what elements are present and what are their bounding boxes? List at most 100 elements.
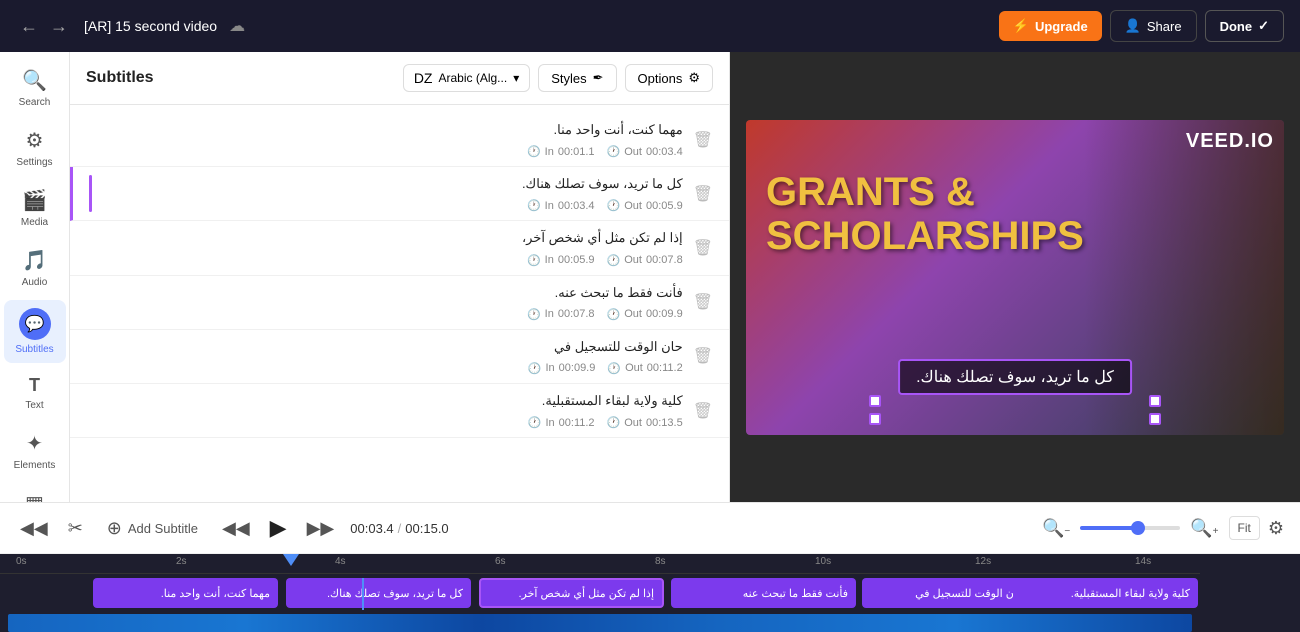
panel-controls: DZ Arabic (Alg... ▾ Styles ✒ Options ⚙ xyxy=(403,64,713,92)
timeline-settings-button[interactable]: ⚙ xyxy=(1268,518,1284,539)
topbar-left: ← → [AR] 15 second video ☁ xyxy=(16,12,245,41)
zoom-out-button[interactable]: 🔍− xyxy=(1040,516,1072,541)
delete-subtitle-button[interactable]: 🗑 xyxy=(693,121,713,158)
clock-out-icon: 🕐 xyxy=(607,145,621,158)
out-time: 🕐 Out 00:05.9 xyxy=(607,199,683,212)
scissors-button[interactable]: ✂ xyxy=(64,514,87,543)
undo-button[interactable]: ← xyxy=(16,12,42,41)
sidebar-item-templates[interactable]: ▦ Templates xyxy=(4,483,66,502)
caption-handle-br[interactable] xyxy=(1149,413,1161,425)
share-button[interactable]: 👤 Share xyxy=(1110,10,1197,42)
out-time: 🕐 Out 00:09.9 xyxy=(607,308,683,321)
subtitle-times: 🕐 In 00:01.1 🕐 Out 00:03.4 xyxy=(86,145,683,158)
delete-subtitle-button[interactable]: 🗑 xyxy=(693,175,713,212)
caption-handle-bl[interactable] xyxy=(869,413,881,425)
timeline-clip[interactable]: كلية ولاية لبقاء المستقبلية. xyxy=(1013,578,1198,608)
subtitle-text-area: فأنت فقط ما تبحث عنه. 🕐 In 00:07.8 🕐 Out… xyxy=(86,284,683,321)
time-display: 00:03.4 / 00:15.0 xyxy=(350,521,448,536)
zoom-slider[interactable] xyxy=(1080,526,1180,530)
topbar: ← → [AR] 15 second video ☁ ⚡ Upgrade 👤 S… xyxy=(0,0,1300,52)
sidebar-item-text[interactable]: T Text xyxy=(4,367,66,419)
options-button[interactable]: Options ⚙ xyxy=(625,64,713,92)
timeline-clip[interactable]: كل ما تريد، سوف تصلك هناك. xyxy=(286,578,471,608)
audio-track xyxy=(8,614,1192,632)
table-row: كل ما تريد، سوف تصلك هناك. 🕐 In 00:03.4 … xyxy=(70,167,729,221)
timeline-clip[interactable]: حان الوقت للتسجيل في xyxy=(862,578,1032,608)
skip-forward-button[interactable]: ▶▶ xyxy=(303,514,339,543)
delete-subtitle-button[interactable]: 🗑 xyxy=(693,392,713,429)
subtitle-text[interactable]: حان الوقت للتسجيل في xyxy=(86,338,683,356)
subtitle-text[interactable]: مهما كنت، أنت واحد منا. xyxy=(86,121,683,139)
clock-out-icon: 🕐 xyxy=(607,308,621,321)
active-subtitle-caption[interactable]: كل ما تريد، سوف تصلك هناك. xyxy=(898,359,1132,395)
cloud-icon: ☁ xyxy=(229,16,245,36)
delete-subtitle-button[interactable]: 🗑 xyxy=(693,338,713,375)
styles-icon: ✒ xyxy=(593,70,604,86)
subtitle-times: 🕐 In 00:03.4 🕐 Out 00:05.9 xyxy=(102,199,683,212)
zoom-in-button[interactable]: 🔍+ xyxy=(1188,516,1220,541)
subtitle-text[interactable]: كل ما تريد، سوف تصلك هناك. xyxy=(102,175,683,193)
sidebar-item-elements[interactable]: ✦ Elements xyxy=(4,423,66,479)
caption-handle-tr[interactable] xyxy=(1149,395,1161,407)
table-row: فأنت فقط ما تبحث عنه. 🕐 In 00:07.8 🕐 Out… xyxy=(70,276,729,330)
sidebar-item-settings[interactable]: ⚙ Settings xyxy=(4,120,66,176)
video-main-text: GRANTS & SCHOLARSHIPS xyxy=(766,170,1084,258)
checkmark-icon: ✓ xyxy=(1258,18,1269,34)
subtitle-list: مهما كنت، أنت واحد منا. 🕐 In 00:01.1 🕐 O… xyxy=(70,105,729,502)
subtitle-text[interactable]: فأنت فقط ما تبحث عنه. xyxy=(86,284,683,302)
table-row: مهما كنت، أنت واحد منا. 🕐 In 00:01.1 🕐 O… xyxy=(70,113,729,167)
share-icon: 👤 xyxy=(1125,18,1141,34)
redo-button[interactable]: → xyxy=(46,12,72,41)
skip-back-button[interactable]: ◀◀ xyxy=(218,514,254,543)
current-time: 00:03.4 xyxy=(350,521,393,536)
timeline-clip[interactable]: مهما كنت، أنت واحد منا. xyxy=(93,578,278,608)
lang-flag: DZ xyxy=(414,70,433,86)
bottom-controls: ◀◀ ✂ ⊕ Add Subtitle ◀◀ ▶ ▶▶ 00:03.4 / 00… xyxy=(0,502,1300,632)
subtitle-times: 🕐 In 00:11.2 🕐 Out 00:13.5 xyxy=(86,416,683,429)
timeline-wrapper: 0s 2s 4s 6s 8s 10s 12s 14s مهما كنت، أنت… xyxy=(0,554,1200,632)
language-selector[interactable]: DZ Arabic (Alg... ▾ xyxy=(403,64,530,92)
out-time: 🕐 Out 00:13.5 xyxy=(607,416,683,429)
subtitle-times: 🕐 In 00:07.8 🕐 Out 00:09.9 xyxy=(86,308,683,321)
fit-button[interactable]: Fit xyxy=(1229,516,1260,540)
sidebar-item-subtitles[interactable]: 💬 Subtitles xyxy=(4,300,66,363)
clock-in-icon: 🕐 xyxy=(527,145,541,158)
sidebar-item-audio[interactable]: 🎵 Audio xyxy=(4,240,66,296)
done-button[interactable]: Done ✓ xyxy=(1205,10,1284,42)
play-button[interactable]: ▶ xyxy=(266,511,291,545)
in-time: 🕐 In 00:07.8 xyxy=(527,308,595,321)
timeline-clip[interactable]: فأنت فقط ما تبحث عنه xyxy=(671,578,856,608)
playhead-line xyxy=(362,578,364,610)
subtitles-panel: Subtitles DZ Arabic (Alg... ▾ Styles ✒ O… xyxy=(70,52,730,502)
ruler-mark: 12s xyxy=(975,556,991,567)
plus-icon: ⊕ xyxy=(107,518,122,539)
ruler-mark: 4s xyxy=(335,556,346,567)
time-separator: / xyxy=(398,521,402,536)
delete-subtitle-button[interactable]: 🗑 xyxy=(693,229,713,266)
caption-handle-tl[interactable] xyxy=(869,395,881,407)
panel-header: Subtitles DZ Arabic (Alg... ▾ Styles ✒ O… xyxy=(70,52,729,105)
in-time: 🕐 In 00:11.2 xyxy=(528,416,595,429)
left-sidebar: 🔍 Search ⚙ Settings 🎬 Media 🎵 Audio 💬 Su… xyxy=(0,52,70,502)
ruler-mark: 10s xyxy=(815,556,831,567)
video-container: VEED.IO GRANTS & SCHOLARSHIPS كل ما تريد… xyxy=(730,52,1300,502)
delete-subtitle-button[interactable]: 🗑 xyxy=(693,284,713,321)
clock-out-icon: 🕐 xyxy=(607,362,621,375)
subtitle-text[interactable]: إذا لم تكن مثل أي شخص آخر، xyxy=(86,229,683,247)
main-layout: 🔍 Search ⚙ Settings 🎬 Media 🎵 Audio 💬 Su… xyxy=(0,52,1300,502)
topbar-right: ⚡ Upgrade 👤 Share Done ✓ xyxy=(999,10,1284,42)
out-time: 🕐 Out 00:03.4 xyxy=(607,145,683,158)
timeline-clip[interactable]: إذا لم تكن مثل أي شخص آخر. xyxy=(479,578,664,608)
back-button[interactable]: ◀◀ xyxy=(16,514,52,543)
styles-button[interactable]: Styles ✒ xyxy=(538,64,616,92)
subtitle-text-area: كل ما تريد، سوف تصلك هناك. 🕐 In 00:03.4 … xyxy=(102,175,683,212)
sidebar-item-media[interactable]: 🎬 Media xyxy=(4,180,66,236)
sidebar-item-search[interactable]: 🔍 Search xyxy=(4,60,66,116)
undo-redo-group: ← → xyxy=(16,12,72,41)
elements-icon: ✦ xyxy=(26,431,43,456)
upgrade-button[interactable]: ⚡ Upgrade xyxy=(999,11,1102,41)
table-row: حان الوقت للتسجيل في 🕐 In 00:09.9 🕐 Out … xyxy=(70,330,729,384)
subtitle-text[interactable]: كلية ولاية لبقاء المستقبلية. xyxy=(86,392,683,410)
templates-icon: ▦ xyxy=(25,491,44,502)
add-subtitle-button[interactable]: ⊕ Add Subtitle xyxy=(99,514,206,543)
